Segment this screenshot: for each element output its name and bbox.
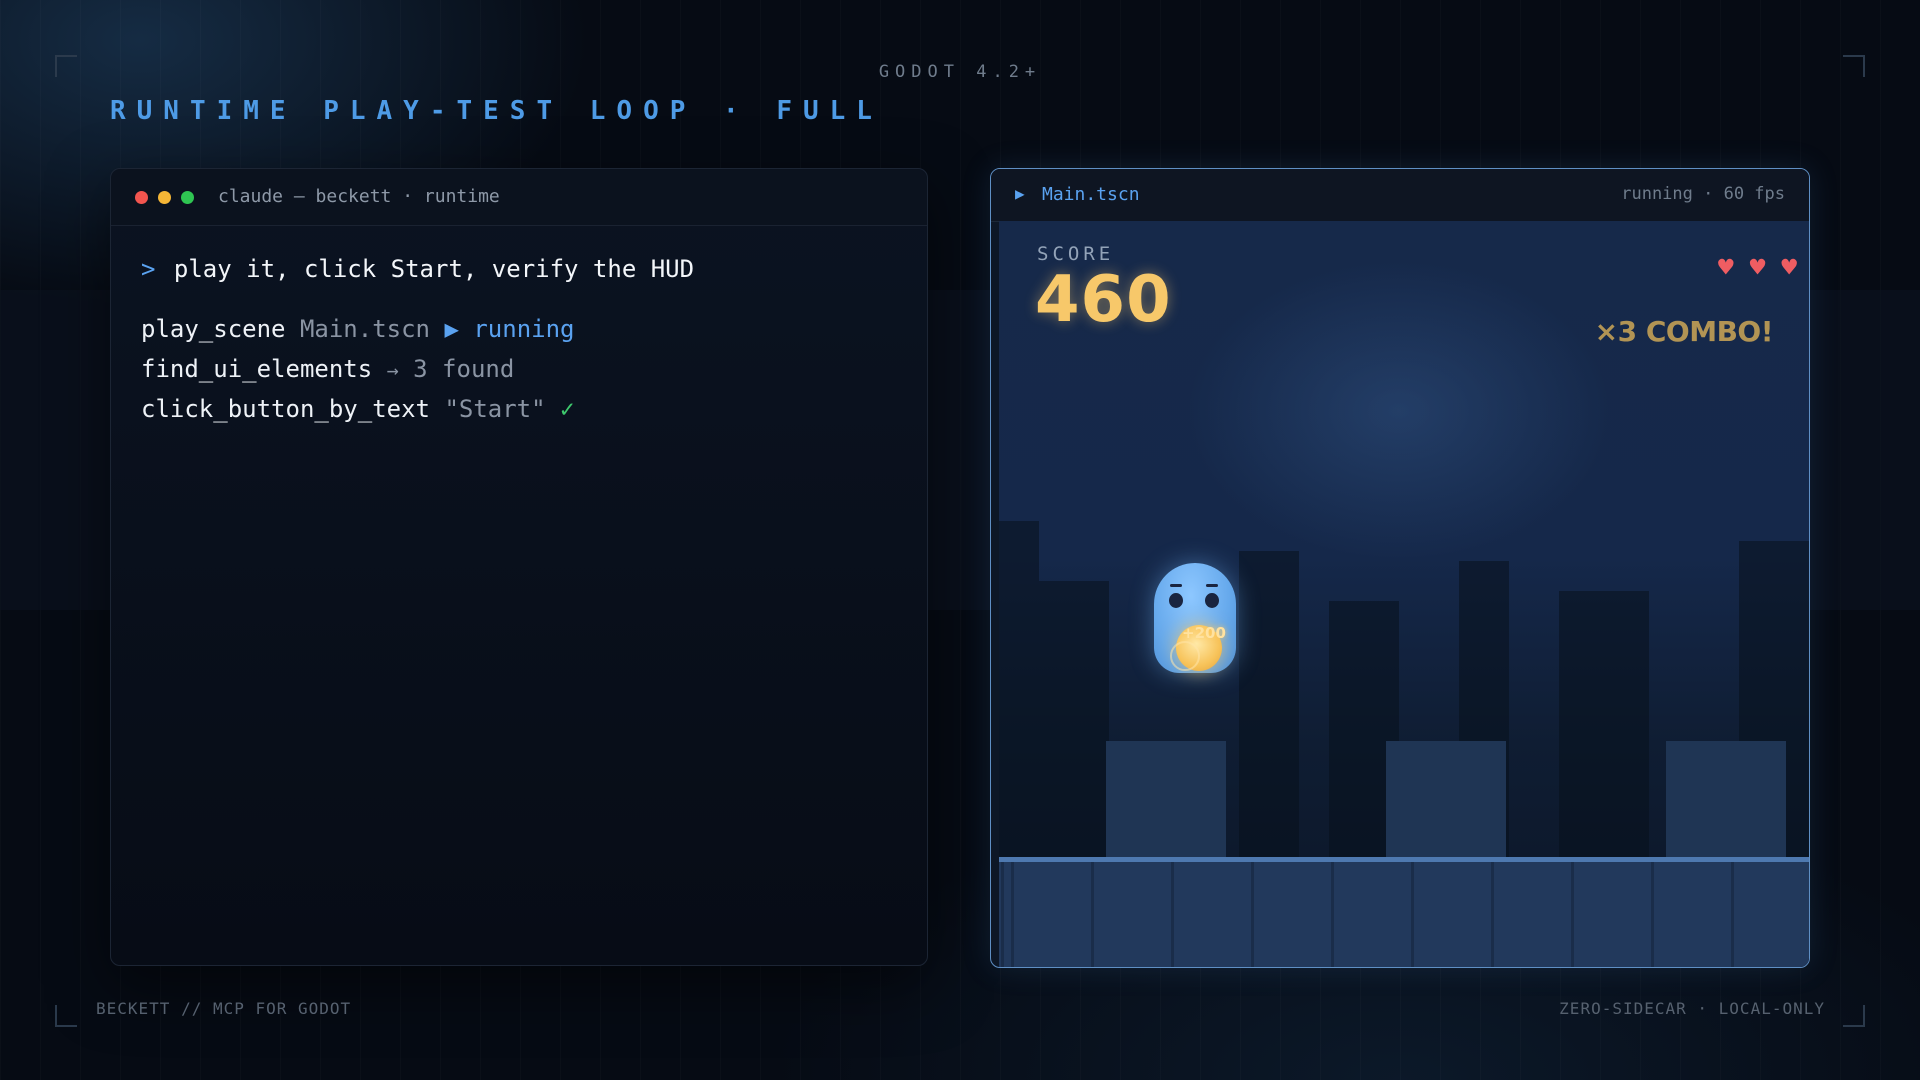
prompt-chevron-icon: > [141, 255, 156, 283]
tool-call-line: find_ui_elements → 3 found [141, 349, 694, 389]
minimize-window-button[interactable] [158, 191, 171, 204]
corner-bracket-bottom-left [55, 1005, 77, 1027]
lives-hearts: ♥ ♥ ♥ [1718, 255, 1797, 281]
tool-status: running [473, 315, 575, 343]
tool-name: play_scene [141, 315, 286, 343]
check-icon: ✓ [560, 395, 575, 423]
background-building [1559, 591, 1649, 861]
combo-label: ×3 COMBO! [1594, 315, 1774, 348]
tool-argument: "Start" [444, 395, 546, 423]
coin-sparkle-ring [1170, 641, 1200, 671]
background-building [1239, 551, 1299, 861]
game-viewport[interactable]: SCORE 460 ♥ ♥ ♥ ×3 COMBO! +200 [999, 221, 1809, 967]
score-popup: +200 [1182, 624, 1226, 642]
score-value: 460 [1035, 263, 1172, 337]
play-icon: ▶ [444, 315, 459, 343]
terminal-title: claude — beckett · runtime [218, 186, 500, 207]
tool-argument: Main.tscn [299, 315, 430, 343]
player-character: +200 [1154, 563, 1236, 673]
scene-tab[interactable]: Main.tscn [1042, 184, 1140, 205]
score-label: SCORE [1037, 243, 1115, 265]
platform-pillar [1386, 741, 1506, 859]
heart-icon: ♥ [1718, 253, 1734, 283]
character-brow [1170, 584, 1182, 587]
play-icon: ▶ [1015, 184, 1025, 203]
terminal-titlebar[interactable]: claude — beckett · runtime [111, 169, 927, 226]
game-titlebar[interactable]: ▶ Main.tscn running · 60 fps [991, 169, 1809, 222]
terminal-window[interactable]: claude — beckett · runtime > play it, cl… [110, 168, 928, 966]
background-building [999, 521, 1039, 861]
maximize-window-button[interactable] [181, 191, 194, 204]
game-window[interactable]: ▶ Main.tscn running · 60 fps SCORE 460 ♥… [990, 168, 1810, 968]
tool-name: click_button_by_text [141, 395, 430, 423]
footer-tagline: ZERO-SIDECAR · LOCAL-ONLY [1559, 999, 1825, 1018]
heart-icon: ♥ [1749, 253, 1766, 283]
user-prompt: > play it, click Start, verify the HUD [141, 255, 694, 289]
corner-bracket-bottom-right [1843, 1005, 1865, 1027]
tool-call-line: click_button_by_text "Start" ✓ [141, 389, 694, 429]
run-status: running · 60 fps [1621, 184, 1785, 204]
page-title: RUNTIME PLAY-TEST LOOP · FULL [110, 96, 883, 126]
engine-version-label: GODOT 4.2+ [878, 62, 1042, 82]
platform-pillar [1106, 741, 1226, 859]
footer-brand: BECKETT // MCP FOR GODOT [96, 999, 352, 1018]
platform-pillar [1666, 741, 1786, 859]
character-eye [1169, 593, 1183, 608]
tool-call-line: play_scene Main.tscn ▶ running [141, 309, 694, 349]
prompt-text: play it, click Start, verify the HUD [173, 255, 695, 283]
tool-result: 3 found [413, 355, 515, 383]
terminal-body: > play it, click Start, verify the HUD p… [141, 255, 694, 429]
ground-tiles [999, 862, 1809, 967]
heart-icon: ♥ [1781, 253, 1797, 283]
character-brow [1206, 584, 1218, 587]
arrow-right-icon: → [386, 358, 399, 382]
close-window-button[interactable] [135, 191, 148, 204]
tool-name: find_ui_elements [141, 355, 373, 383]
background-building [1039, 581, 1109, 861]
character-eye [1205, 593, 1219, 608]
